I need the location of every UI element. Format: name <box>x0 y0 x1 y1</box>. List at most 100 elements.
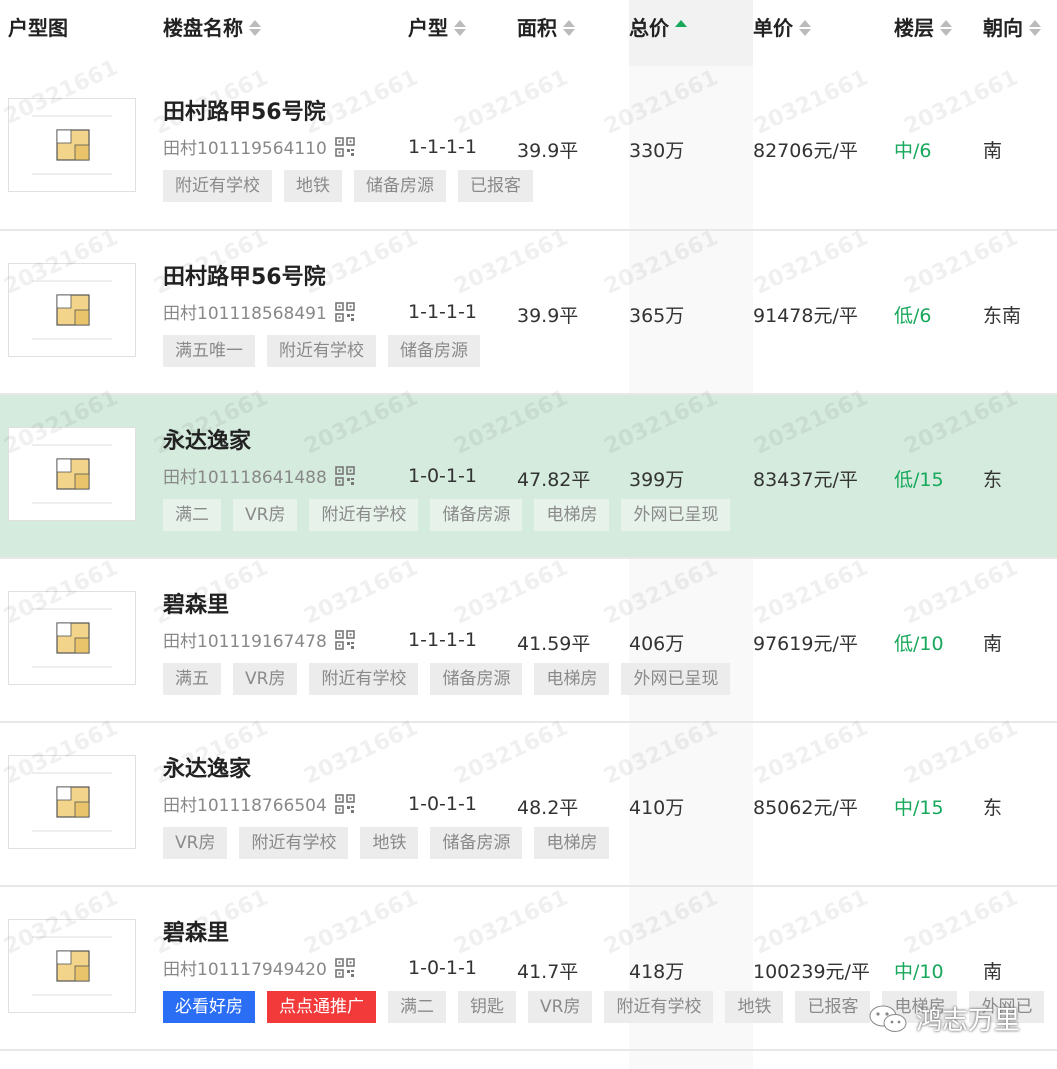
listing-total-price: 330万 <box>629 140 685 162</box>
listing-name-link[interactable]: 田村路甲56号院 <box>163 94 326 126</box>
listing-name-link[interactable]: 永达逸家 <box>163 423 251 455</box>
qr-code-icon[interactable] <box>334 793 355 814</box>
listing-tag: 储备房源 <box>430 663 523 695</box>
listing-tags: 满二 VR房 附近有学校 储备房源 电梯房 外网已呈现 <box>163 499 731 531</box>
sort-asc-active-icon[interactable] <box>675 18 687 38</box>
listing-tag: 已报客 <box>795 991 871 1023</box>
qr-code-icon[interactable] <box>334 465 355 486</box>
brand-text: 鸿志万里 <box>916 1006 1021 1036</box>
header-unit-price[interactable]: 单价 <box>753 14 811 42</box>
listing-tag: 钥匙 <box>458 991 516 1023</box>
listing-total-price: 418万 <box>629 961 685 983</box>
listing-code-text: 田村101119167478 <box>163 632 327 652</box>
qr-code-icon[interactable] <box>334 136 355 157</box>
listing-orientation: 东南 <box>983 305 1022 327</box>
header-floorplan: 户型图 <box>8 14 68 42</box>
listing-tag: 附近有学校 <box>239 827 349 859</box>
listing-tags: VR房 附近有学校 地铁 储备房源 电梯房 <box>163 827 610 859</box>
qr-code-icon[interactable] <box>334 629 355 650</box>
listing-tag: 地铁 <box>360 827 419 859</box>
header-layout[interactable]: 户型 <box>408 14 466 42</box>
header-area[interactable]: 面积 <box>517 14 575 42</box>
listing-row[interactable]: 碧森里 田村101119167478 满五 VR房 附近有学校 储备房源 电梯房 外网已呈… <box>0 559 1057 723</box>
header-name-label: 楼盘名称 <box>163 16 243 40</box>
listing-area: 48.2平 <box>517 797 579 819</box>
listing-unit-price: 91478元/平 <box>753 305 858 327</box>
listing-tag: 满二 <box>388 991 446 1023</box>
listing-tag: 附近有学校 <box>163 170 272 202</box>
listing-name-link[interactable]: 碧森里 <box>163 915 229 947</box>
listing-tag: 附近有学校 <box>309 663 419 695</box>
listing-code: 田村101117949420 <box>163 955 355 980</box>
qr-code-icon[interactable] <box>334 957 355 978</box>
listing-tag: 已报客 <box>458 170 533 202</box>
listing-tag: 外网已呈现 <box>621 499 731 531</box>
listing-row[interactable]: 永达逸家 田村101118766504 VR房 附近有学校 地铁 储备房源 电梯房 1-… <box>0 723 1057 887</box>
header-total[interactable]: 总价 <box>629 14 687 42</box>
listing-layout: 1-1-1-1 <box>408 629 477 651</box>
listing-orientation: 南 <box>983 633 1003 655</box>
listing-tag: 储备房源 <box>430 499 523 531</box>
header-floor-label: 楼层 <box>894 16 934 40</box>
listing-tag: 满二 <box>163 499 221 531</box>
listing-tag: 地铁 <box>284 170 342 202</box>
listing-total-price: 410万 <box>629 797 685 819</box>
listing-row[interactable]: 田村路甲56号院 田村101118568491 满五唯一 附近有学校 储备房源 1-… <box>0 231 1057 395</box>
sort-icon[interactable] <box>940 18 952 38</box>
floorplan-thumbnail[interactable] <box>8 427 136 521</box>
floorplan-thumbnail[interactable] <box>8 591 136 685</box>
listing-code-text: 田村101117949420 <box>163 960 327 980</box>
listing-code-text: 田村101119564110 <box>163 139 327 159</box>
listing-floor: 中/10 <box>894 961 944 983</box>
listing-tags: 满五唯一 附近有学校 储备房源 <box>163 335 480 367</box>
listing-code: 田村101119564110 <box>163 134 355 159</box>
listing-area: 39.9平 <box>517 140 579 162</box>
listing-orientation: 南 <box>983 961 1003 983</box>
listing-tag: 储备房源 <box>354 170 446 202</box>
listing-tag: 必看好房 <box>163 991 255 1023</box>
listing-layout: 1-1-1-1 <box>408 301 477 323</box>
header-floor[interactable]: 楼层 <box>894 14 952 42</box>
sort-icon[interactable] <box>454 18 466 38</box>
header-orientation[interactable]: 朝向 <box>983 14 1041 42</box>
listing-tag: 储备房源 <box>388 335 480 367</box>
listing-tag: 电梯房 <box>534 663 610 695</box>
sort-icon[interactable] <box>249 18 261 38</box>
listing-unit-price: 83437元/平 <box>753 469 858 491</box>
qr-code-icon[interactable] <box>334 301 355 322</box>
floorplan-thumbnail[interactable] <box>8 263 136 357</box>
listing-total-price: 406万 <box>629 633 685 655</box>
listing-tag: 附近有学校 <box>604 991 714 1023</box>
listing-unit-price: 85062元/平 <box>753 797 858 819</box>
listing-code-text: 田村101118766504 <box>163 796 327 816</box>
listing-layout: 1-0-1-1 <box>408 465 477 487</box>
listing-total-price: 399万 <box>629 469 685 491</box>
listing-code-text: 田村101118568491 <box>163 304 327 324</box>
sort-icon[interactable] <box>799 18 811 38</box>
listing-area: 41.7平 <box>517 961 579 983</box>
listing-name-link[interactable]: 碧森里 <box>163 587 229 619</box>
listing-name-link[interactable]: 田村路甲56号院 <box>163 259 326 291</box>
floorplan-thumbnail[interactable] <box>8 98 136 192</box>
listing-area: 39.9平 <box>517 305 579 327</box>
listing-layout: 1-1-1-1 <box>408 136 477 158</box>
header-name[interactable]: 楼盘名称 <box>163 14 261 42</box>
listing-tag: VR房 <box>233 499 298 531</box>
listing-row[interactable]: 永达逸家 田村101118641488 满二 VR房 附近有学校 储备房源 电梯房 外网已… <box>0 395 1057 559</box>
floorplan-thumbnail[interactable] <box>8 919 136 1013</box>
listing-orientation: 东 <box>983 469 1003 491</box>
wechat-icon <box>869 1005 907 1032</box>
floorplan-thumbnail[interactable] <box>8 755 136 849</box>
listing-row[interactable]: 田村路甲56号院 田村101119564110 附近有学校 地铁 储备房源 已报客 1… <box>0 66 1057 231</box>
listing-tag: 地铁 <box>725 991 784 1023</box>
listing-tag: 电梯房 <box>534 827 610 859</box>
listing-tags: 附近有学校 地铁 储备房源 已报客 <box>163 170 533 202</box>
listing-floor: 低/10 <box>894 633 944 655</box>
listing-code: 田村101118568491 <box>163 299 355 324</box>
header-layout-label: 户型 <box>408 16 448 40</box>
listing-name-link[interactable]: 永达逸家 <box>163 751 251 783</box>
listing-tag: 电梯房 <box>534 499 610 531</box>
sort-icon[interactable] <box>563 18 575 38</box>
sort-icon[interactable] <box>1029 18 1041 38</box>
listing-orientation: 东 <box>983 797 1003 819</box>
